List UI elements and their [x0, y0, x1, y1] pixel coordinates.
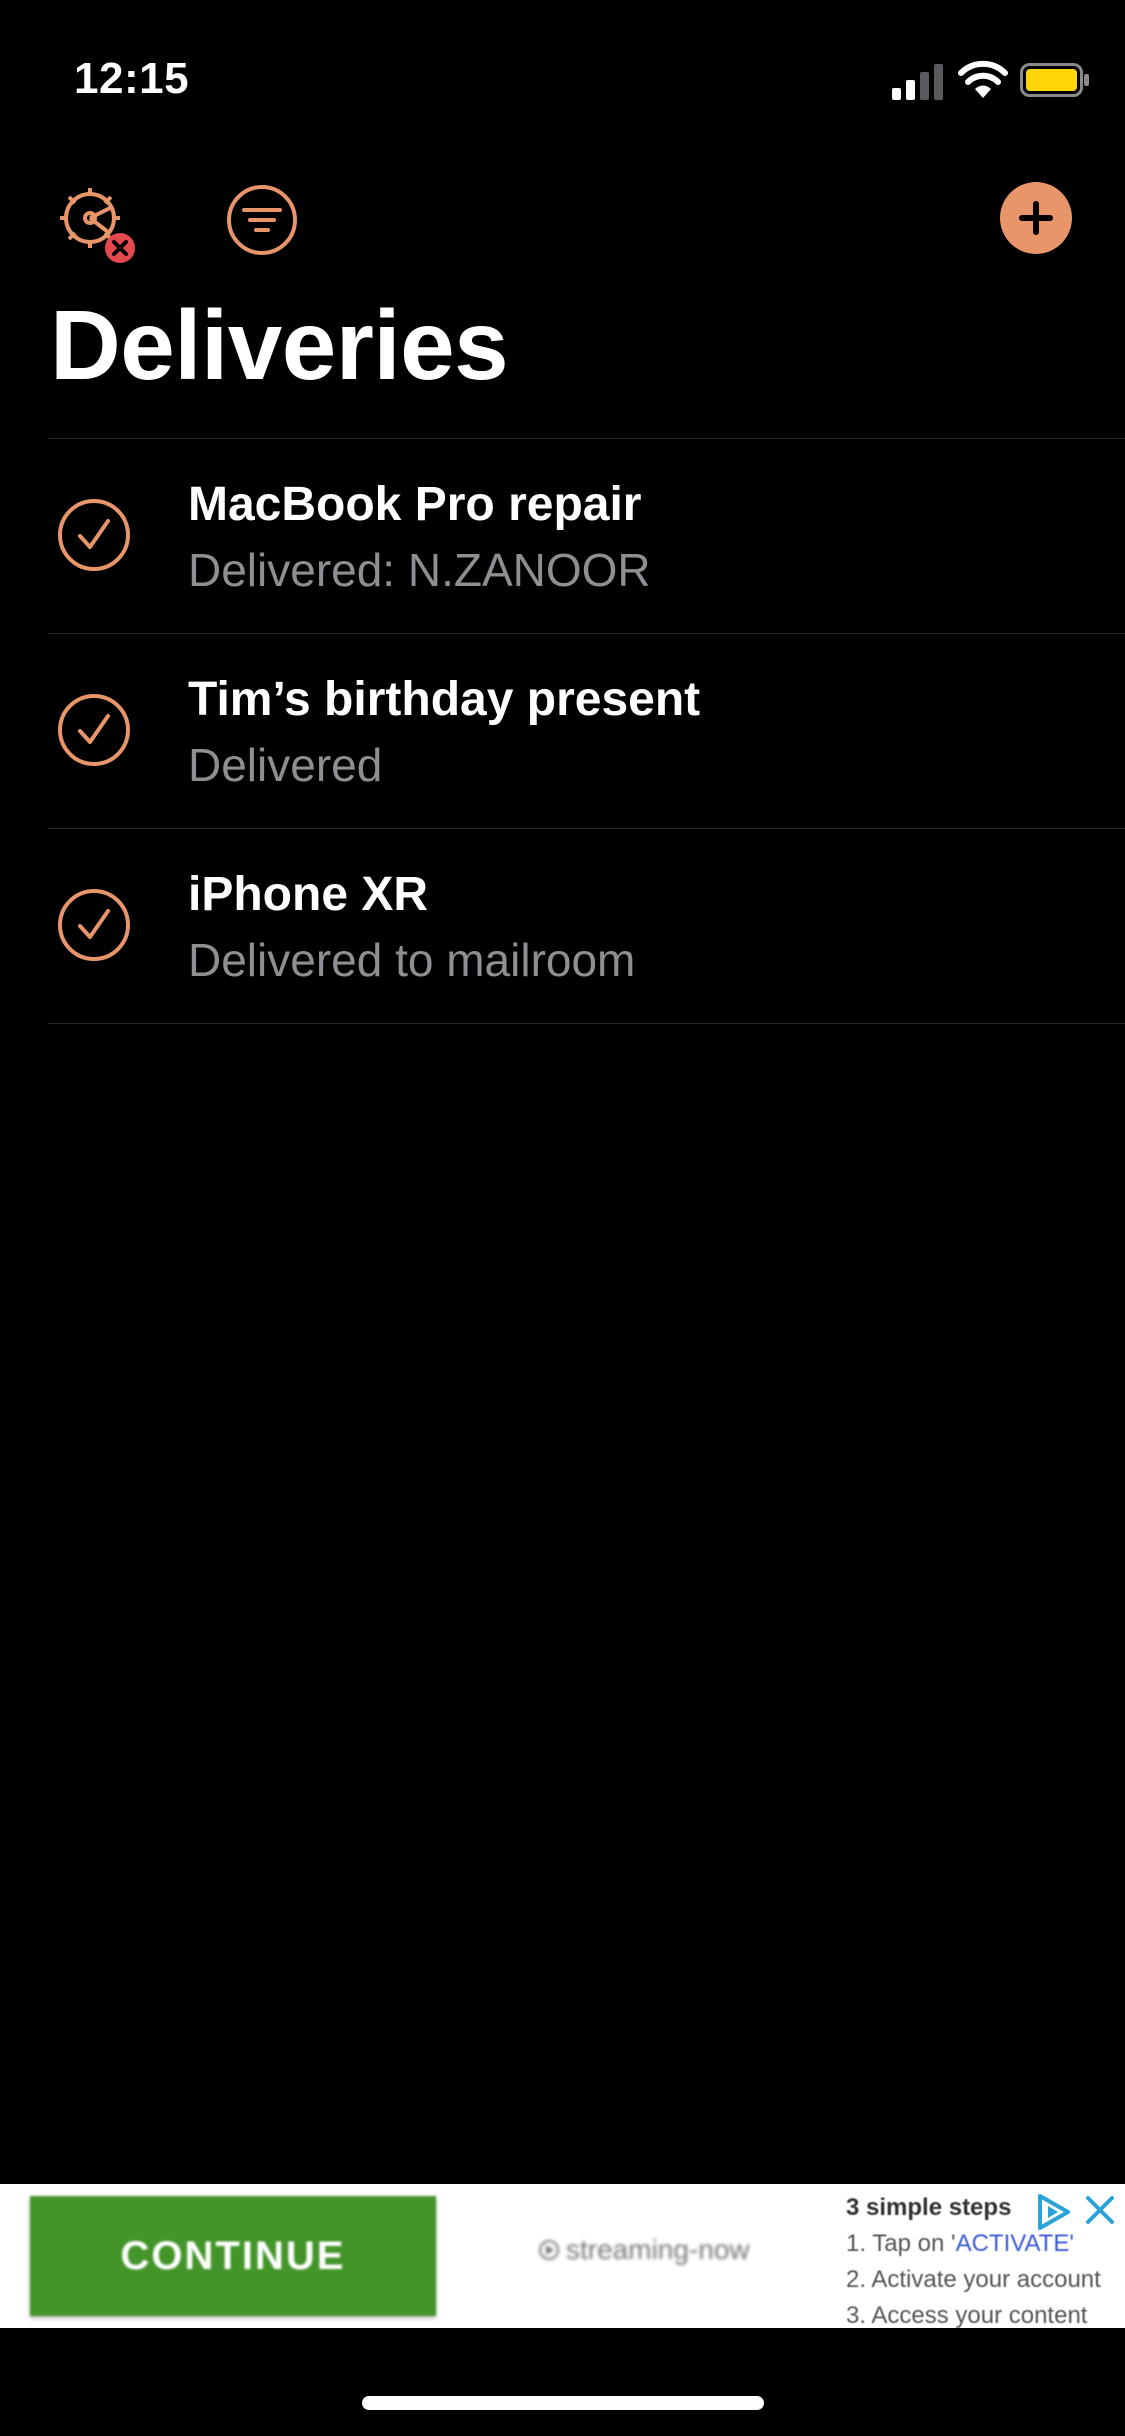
delivery-title: Tim’s birthday present	[188, 673, 701, 726]
delivered-check-icon	[58, 889, 130, 961]
delivery-title: iPhone XR	[188, 868, 429, 921]
delivery-title: MacBook Pro repair	[188, 478, 642, 531]
home-indicator[interactable]	[362, 2396, 764, 2410]
status-bar: 12:15	[0, 0, 1125, 150]
delivered-check-icon	[58, 499, 130, 571]
delivery-item[interactable]: iPhone XR Delivered to mailroom	[48, 828, 1125, 1024]
add-delivery-button[interactable]	[1000, 182, 1072, 254]
filter-icon[interactable]	[224, 182, 300, 258]
ad-step-2: 2. Activate your account	[846, 2266, 1101, 2293]
battery-icon	[1020, 63, 1089, 97]
ad-brand: streaming-now	[538, 2234, 750, 2266]
ad-step-1-text: 1. Tap on '	[846, 2230, 956, 2257]
delivery-item[interactable]: Tim’s birthday present Delivered	[48, 633, 1125, 828]
ad-brand-name: streaming-now	[566, 2234, 750, 2265]
ad-banner[interactable]: CONTINUE streaming-now 3 simple steps 1.…	[0, 2184, 1125, 2328]
ad-step-1-highlight: ACTIVATE'	[955, 2230, 1074, 2257]
delivery-status: Delivered to mailroom	[188, 934, 636, 986]
deliveries-list: MacBook Pro repair Delivered: N.ZANOOR T…	[48, 438, 1125, 1024]
ad-continue-button[interactable]: CONTINUE	[30, 2196, 436, 2316]
delivery-status: Delivered	[188, 739, 383, 791]
close-icon[interactable]	[1082, 2192, 1118, 2228]
ad-choices-icon[interactable]	[1034, 2192, 1074, 2232]
settings-error-icon[interactable]	[54, 182, 140, 268]
delivery-status: Delivered: N.ZANOOR	[188, 544, 651, 596]
ad-step-3: 3. Access your content	[846, 2302, 1088, 2328]
delivered-check-icon	[58, 694, 130, 766]
cellular-signal-icon	[892, 64, 943, 100]
status-time: 12:15	[74, 54, 190, 103]
delivery-item[interactable]: MacBook Pro repair Delivered: N.ZANOOR	[48, 438, 1125, 633]
wifi-icon	[958, 60, 1008, 98]
play-icon	[539, 2240, 559, 2260]
page-title: Deliveries	[50, 290, 509, 400]
